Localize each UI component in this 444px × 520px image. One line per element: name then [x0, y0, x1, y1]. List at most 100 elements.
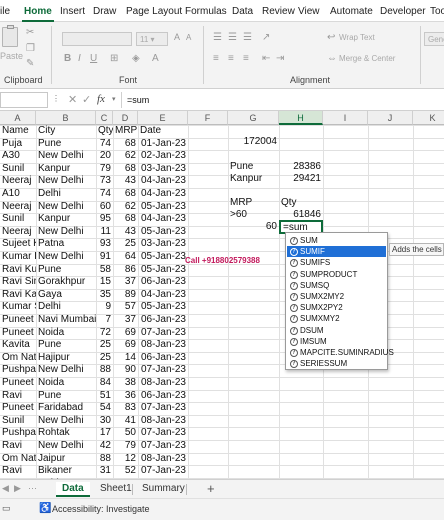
increase-font-icon[interactable]: A	[174, 32, 180, 42]
table-cell[interactable]: 38	[113, 377, 138, 389]
table-cell[interactable]: Bikaner	[36, 465, 96, 477]
tab-draw[interactable]: Draw	[93, 6, 116, 17]
table-cell[interactable]: Pune	[36, 390, 96, 402]
table-cell[interactable]: 84	[96, 377, 113, 389]
table-cell[interactable]: 72	[96, 327, 113, 339]
table-cell[interactable]: 17	[96, 427, 113, 439]
table-cell[interactable]: 69	[113, 339, 138, 351]
table-cell[interactable]: 15	[96, 276, 113, 288]
autocomplete-item[interactable]: f SUMX2MY2	[287, 291, 386, 302]
header-cell[interactable]: Date	[138, 125, 188, 137]
table-cell[interactable]: 79	[96, 163, 113, 175]
copy-icon[interactable]: ❐	[26, 43, 35, 54]
table-cell[interactable]: Ravi Kan	[0, 289, 36, 301]
cell-g9[interactable]: MRP	[228, 197, 279, 209]
table-cell[interactable]: Ravi	[0, 390, 36, 402]
autocomplete-item[interactable]: f SUMIF	[287, 246, 386, 258]
table-cell[interactable]: Pune	[36, 138, 96, 150]
table-cell[interactable]: 74	[96, 138, 113, 150]
table-cell[interactable]: Kanpur	[36, 213, 96, 225]
table-cell[interactable]: 04-Jan-23	[138, 188, 188, 200]
underline-icon[interactable]: U	[90, 53, 97, 64]
table-cell[interactable]: Om Nath	[0, 352, 36, 364]
table-cell[interactable]: Om Nath	[0, 453, 36, 465]
table-cell[interactable]: 25	[96, 339, 113, 351]
table-cell[interactable]: 25	[113, 238, 138, 250]
table-cell[interactable]: 64	[113, 251, 138, 263]
table-cell[interactable]: Puneet	[0, 314, 36, 326]
table-cell[interactable]: Puja	[0, 138, 36, 150]
table-cell[interactable]: 04-Jan-23	[138, 175, 188, 187]
scroll-left-icon[interactable]: ◀	[2, 483, 9, 494]
table-cell[interactable]: 07-Jan-23	[138, 465, 188, 477]
autocomplete-item[interactable]: f SUMSQ	[287, 280, 386, 291]
font-name-dropdown[interactable]	[62, 32, 132, 46]
table-cell[interactable]: Kumar R	[0, 251, 36, 263]
table-cell[interactable]: 11	[96, 226, 113, 238]
table-cell[interactable]: 08-Jan-23	[138, 453, 188, 465]
table-cell[interactable]: Neeraj	[0, 201, 36, 213]
cell-h6[interactable]: 28386	[279, 161, 323, 173]
scroll-right-icon[interactable]: ▶	[14, 483, 21, 494]
tab-formulas[interactable]: Formulas	[185, 6, 227, 17]
table-cell[interactable]: 37	[113, 276, 138, 288]
cut-icon[interactable]: ✂	[26, 27, 34, 38]
header-cell[interactable]: MRP	[113, 125, 138, 137]
table-cell[interactable]: 07-Jan-23	[138, 402, 188, 414]
table-cell[interactable]: 93	[96, 238, 113, 250]
table-cell[interactable]: 06-Jan-23	[138, 276, 188, 288]
table-cell[interactable]: 58	[96, 264, 113, 276]
table-cell[interactable]: 04-Jan-23	[138, 213, 188, 225]
autocomplete-item[interactable]: f IMSUM	[287, 336, 386, 347]
autocomplete-item[interactable]: f MAPCITE.SUMINRADIUS	[287, 347, 394, 358]
cell-g7[interactable]: Kanpur	[228, 173, 279, 185]
cell-h7[interactable]: 29421	[279, 173, 323, 185]
table-cell[interactable]: Faridabad	[36, 402, 96, 414]
table-cell[interactable]: 95	[96, 213, 113, 225]
tab-file[interactable]: ile	[0, 6, 10, 17]
column-header[interactable]: I	[323, 111, 368, 125]
table-cell[interactable]: New Delhi	[36, 364, 96, 376]
autocomplete-item[interactable]: f SERIESSUM	[287, 358, 386, 369]
font-size-dropdown[interactable]: 11 ▾	[136, 32, 168, 46]
tab-insert[interactable]: Insert	[60, 6, 85, 17]
table-cell[interactable]: 06-Jan-23	[138, 352, 188, 364]
tab-view[interactable]: View	[298, 6, 320, 17]
column-header[interactable]: D	[113, 111, 138, 125]
table-cell[interactable]: Neeraj	[0, 175, 36, 187]
column-header-selected[interactable]: H	[279, 111, 323, 125]
table-cell[interactable]: 35	[96, 289, 113, 301]
tab-data[interactable]: Data	[232, 6, 253, 17]
decrease-font-icon[interactable]: A	[186, 33, 191, 42]
table-cell[interactable]: 43	[113, 175, 138, 187]
table-cell[interactable]: Delhi	[36, 301, 96, 313]
table-cell[interactable]: Puneet	[0, 327, 36, 339]
table-cell[interactable]: 90	[113, 364, 138, 376]
tab-tools[interactable]: Too	[430, 6, 444, 17]
table-cell[interactable]: Neeraj	[0, 226, 36, 238]
table-cell[interactable]: 02-Jan-23	[138, 150, 188, 162]
table-cell[interactable]: Navi Mumbai	[36, 314, 96, 326]
table-cell[interactable]: 05-Jan-23	[138, 201, 188, 213]
table-cell[interactable]: 07-Jan-23	[138, 440, 188, 452]
add-sheet-button[interactable]: +	[207, 481, 215, 496]
autocomplete-item[interactable]: f DSUM	[287, 325, 386, 336]
table-cell[interactable]: 68	[113, 163, 138, 175]
column-header[interactable]: J	[368, 111, 413, 125]
fill-color-icon[interactable]: ◈	[132, 53, 140, 64]
sheet-menu-icon[interactable]: ⋯	[28, 483, 37, 494]
table-cell[interactable]: Sunil	[0, 415, 36, 427]
table-cell[interactable]: Ravi	[0, 440, 36, 452]
table-cell[interactable]: 31	[96, 465, 113, 477]
table-cell[interactable]: Ravi Kun	[0, 264, 36, 276]
table-cell[interactable]: 88	[96, 364, 113, 376]
tab-automate[interactable]: Automate	[330, 6, 373, 17]
table-cell[interactable]: Ravi	[0, 465, 36, 477]
paste-icon[interactable]	[2, 25, 18, 47]
table-cell[interactable]: New Delhi	[36, 201, 96, 213]
sheet-tab-data[interactable]: Data	[56, 482, 90, 497]
decrease-indent-icon[interactable]: ⇤	[262, 53, 270, 64]
table-cell[interactable]: 01-Jan-23	[138, 138, 188, 150]
table-cell[interactable]: Pune	[36, 264, 96, 276]
table-cell[interactable]: 20	[96, 150, 113, 162]
